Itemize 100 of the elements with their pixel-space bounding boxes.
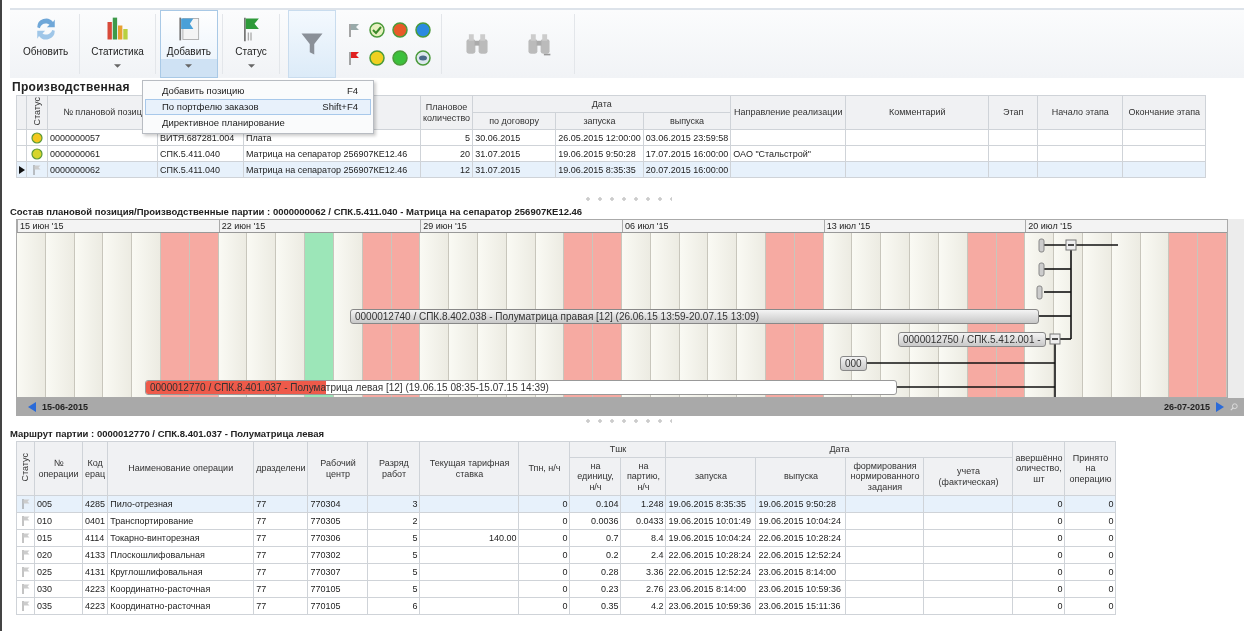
column-header: Тшк <box>608 444 628 455</box>
table-cell: 0 <box>1108 601 1114 611</box>
toolbar-button[interactable]: Обновить <box>16 10 76 78</box>
table-cell: 770105 <box>310 584 341 594</box>
table-cell: ВИТЯ.687281.004 <box>160 132 235 143</box>
circle-icon[interactable] <box>392 22 408 38</box>
toolbar-button[interactable]: Статус <box>227 10 275 78</box>
gantt-bar[interactable]: 0000012750 / СПК.5.412.001 - <box>898 332 1046 347</box>
binoculars-icon[interactable] <box>464 32 490 56</box>
gantt-bar[interactable]: 0000012740 / СПК.8.402.038 - Полуматрица правая [12] (26.06.15 13:59-20.07.15 13:09) <box>350 309 1039 324</box>
milestone-marker[interactable] <box>1038 238 1045 253</box>
toolbar-button[interactable]: Статистика <box>84 10 151 78</box>
milestone-marker[interactable] <box>1036 285 1043 300</box>
collapse-button[interactable] <box>1049 333 1061 345</box>
table-cell: 770306 <box>310 533 341 543</box>
table-cell: 19.06.2015 10:04:24 <box>758 516 842 526</box>
column-header[interactable]: дразделени <box>256 463 306 474</box>
table-cell: 025 <box>37 567 53 577</box>
column-header[interactable]: Наименование операции <box>110 463 252 474</box>
table-cell: 31.07.2015 <box>475 148 521 159</box>
table-cell: 0 <box>1057 516 1063 526</box>
table-cell: 0 <box>1108 567 1114 577</box>
toolbar-button[interactable]: Добавить <box>159 10 218 78</box>
collapse-button[interactable] <box>1065 239 1077 251</box>
table-cell: 23.06.2015 8:14:00 <box>668 584 747 594</box>
table-cell: 4.2 <box>650 601 664 611</box>
filter-button[interactable] <box>288 10 336 78</box>
table-cell: 0.28 <box>600 567 619 577</box>
table-cell: 1.248 <box>640 499 664 509</box>
table-cell: 0.7 <box>605 533 619 543</box>
table-cell: 31.07.2015 <box>475 164 521 175</box>
table-cell: 2.4 <box>650 550 664 560</box>
table-cell: Пило-отрезная <box>110 499 173 509</box>
circle-icon[interactable] <box>369 50 385 66</box>
week-label: 15 июн '15 <box>17 220 219 232</box>
table-cell: 0 <box>562 601 568 611</box>
table-cell: 6 <box>412 601 418 611</box>
table-cell: 20.07.2015 16:00:00 <box>645 164 729 175</box>
column-header: Дата <box>828 444 851 455</box>
eye-circle-icon[interactable] <box>415 50 431 66</box>
table-cell: 22.06.2015 12:52:24 <box>758 550 842 560</box>
menu-item[interactable]: По портфелю заказов Shift+F4 <box>145 99 371 115</box>
menu-item[interactable]: Добавить позицию F4 <box>145 83 371 99</box>
flag-icon[interactable] <box>346 22 362 38</box>
table-cell: 4133 <box>85 550 106 560</box>
table-cell: 23.06.2015 10:59:36 <box>758 584 842 594</box>
table-cell: 12 <box>460 164 471 175</box>
menu-item[interactable]: Директивное планирование <box>145 115 371 131</box>
table-cell: 0 <box>1057 601 1063 611</box>
table-cell: 3 <box>412 499 418 509</box>
column-header: Дата <box>590 98 613 110</box>
week-label: 22 июн '15 <box>218 220 421 232</box>
table-cell: 0401 <box>85 516 106 526</box>
table-cell: 0 <box>1057 584 1063 594</box>
left-arrow-icon[interactable] <box>28 402 36 412</box>
table-cell: 0.0036 <box>590 516 619 526</box>
table-cell: 4285 <box>85 499 106 509</box>
table-cell: 30.06.2015 <box>475 132 521 143</box>
gantt-bar[interactable]: 000 <box>840 356 867 371</box>
table-cell: 19.06.2015 8:35:35 <box>558 164 636 175</box>
table-cell: Матрица на сепаратор 256907КЕ12.46 <box>246 148 408 159</box>
table-cell: 0 <box>562 499 568 509</box>
circle-icon[interactable] <box>415 22 431 38</box>
table-cell: 0 <box>1108 516 1114 526</box>
table-cell: ОАО "Стальстрой" <box>733 148 811 159</box>
binoculars-icon[interactable] <box>526 32 552 56</box>
table-cell: 0 <box>562 533 568 543</box>
table-cell: Плата <box>246 132 272 143</box>
table-cell: 26.05.2015 12:00:00 <box>558 132 641 143</box>
table-cell: Транспортирование <box>110 516 194 526</box>
table-cell: Координатно-расточная <box>110 584 211 594</box>
table-cell: 77 <box>256 550 267 560</box>
table-cell: 020 <box>37 550 53 560</box>
table-cell: 20 <box>460 148 471 159</box>
table-cell: 2 <box>412 516 418 526</box>
table-cell: 19.06.2015 10:01:49 <box>668 516 752 526</box>
table-cell: Круглошлифовальная <box>110 567 203 577</box>
table-cell: 015 <box>37 533 53 543</box>
right-arrow-icon[interactable] <box>1216 402 1224 412</box>
section-title: Состав плановой позиция/Производственные партии : 0000000062 / СПК.5.411.040 - Матрица на сепаратор 256907КЕ12.46 <box>10 205 584 219</box>
table-cell: 0.104 <box>595 499 619 509</box>
column-header[interactable]: Тпн, н/ч <box>521 463 568 474</box>
flag-icon[interactable] <box>346 50 362 66</box>
table-cell: 770307 <box>310 567 341 577</box>
flag-icon <box>19 566 32 578</box>
zoom-icon[interactable] <box>1230 402 1238 412</box>
circle-icon[interactable] <box>392 50 408 66</box>
table-cell: 4223 <box>85 584 106 594</box>
table-cell: 19.06.2015 9:50:28 <box>558 148 636 159</box>
section-title: Маршрут партии : 0000012770 / СПК.8.401.037 - Полуматрица левая <box>10 427 326 441</box>
week-label: 29 июн '15 <box>420 220 622 232</box>
table-cell: 4223 <box>85 601 106 611</box>
check-circle-icon[interactable] <box>369 22 385 38</box>
table-cell: 77 <box>256 516 267 526</box>
milestone-marker[interactable] <box>1038 262 1045 277</box>
table-cell: 3.36 <box>645 567 664 577</box>
table-cell: 0000000057 <box>50 132 101 143</box>
table-cell: Матрица на сепаратор 256907КЕ12.46 <box>246 164 408 175</box>
table-cell: 19.06.2015 10:04:24 <box>668 533 752 543</box>
week-label: 20 июл '15 <box>1025 220 1227 232</box>
